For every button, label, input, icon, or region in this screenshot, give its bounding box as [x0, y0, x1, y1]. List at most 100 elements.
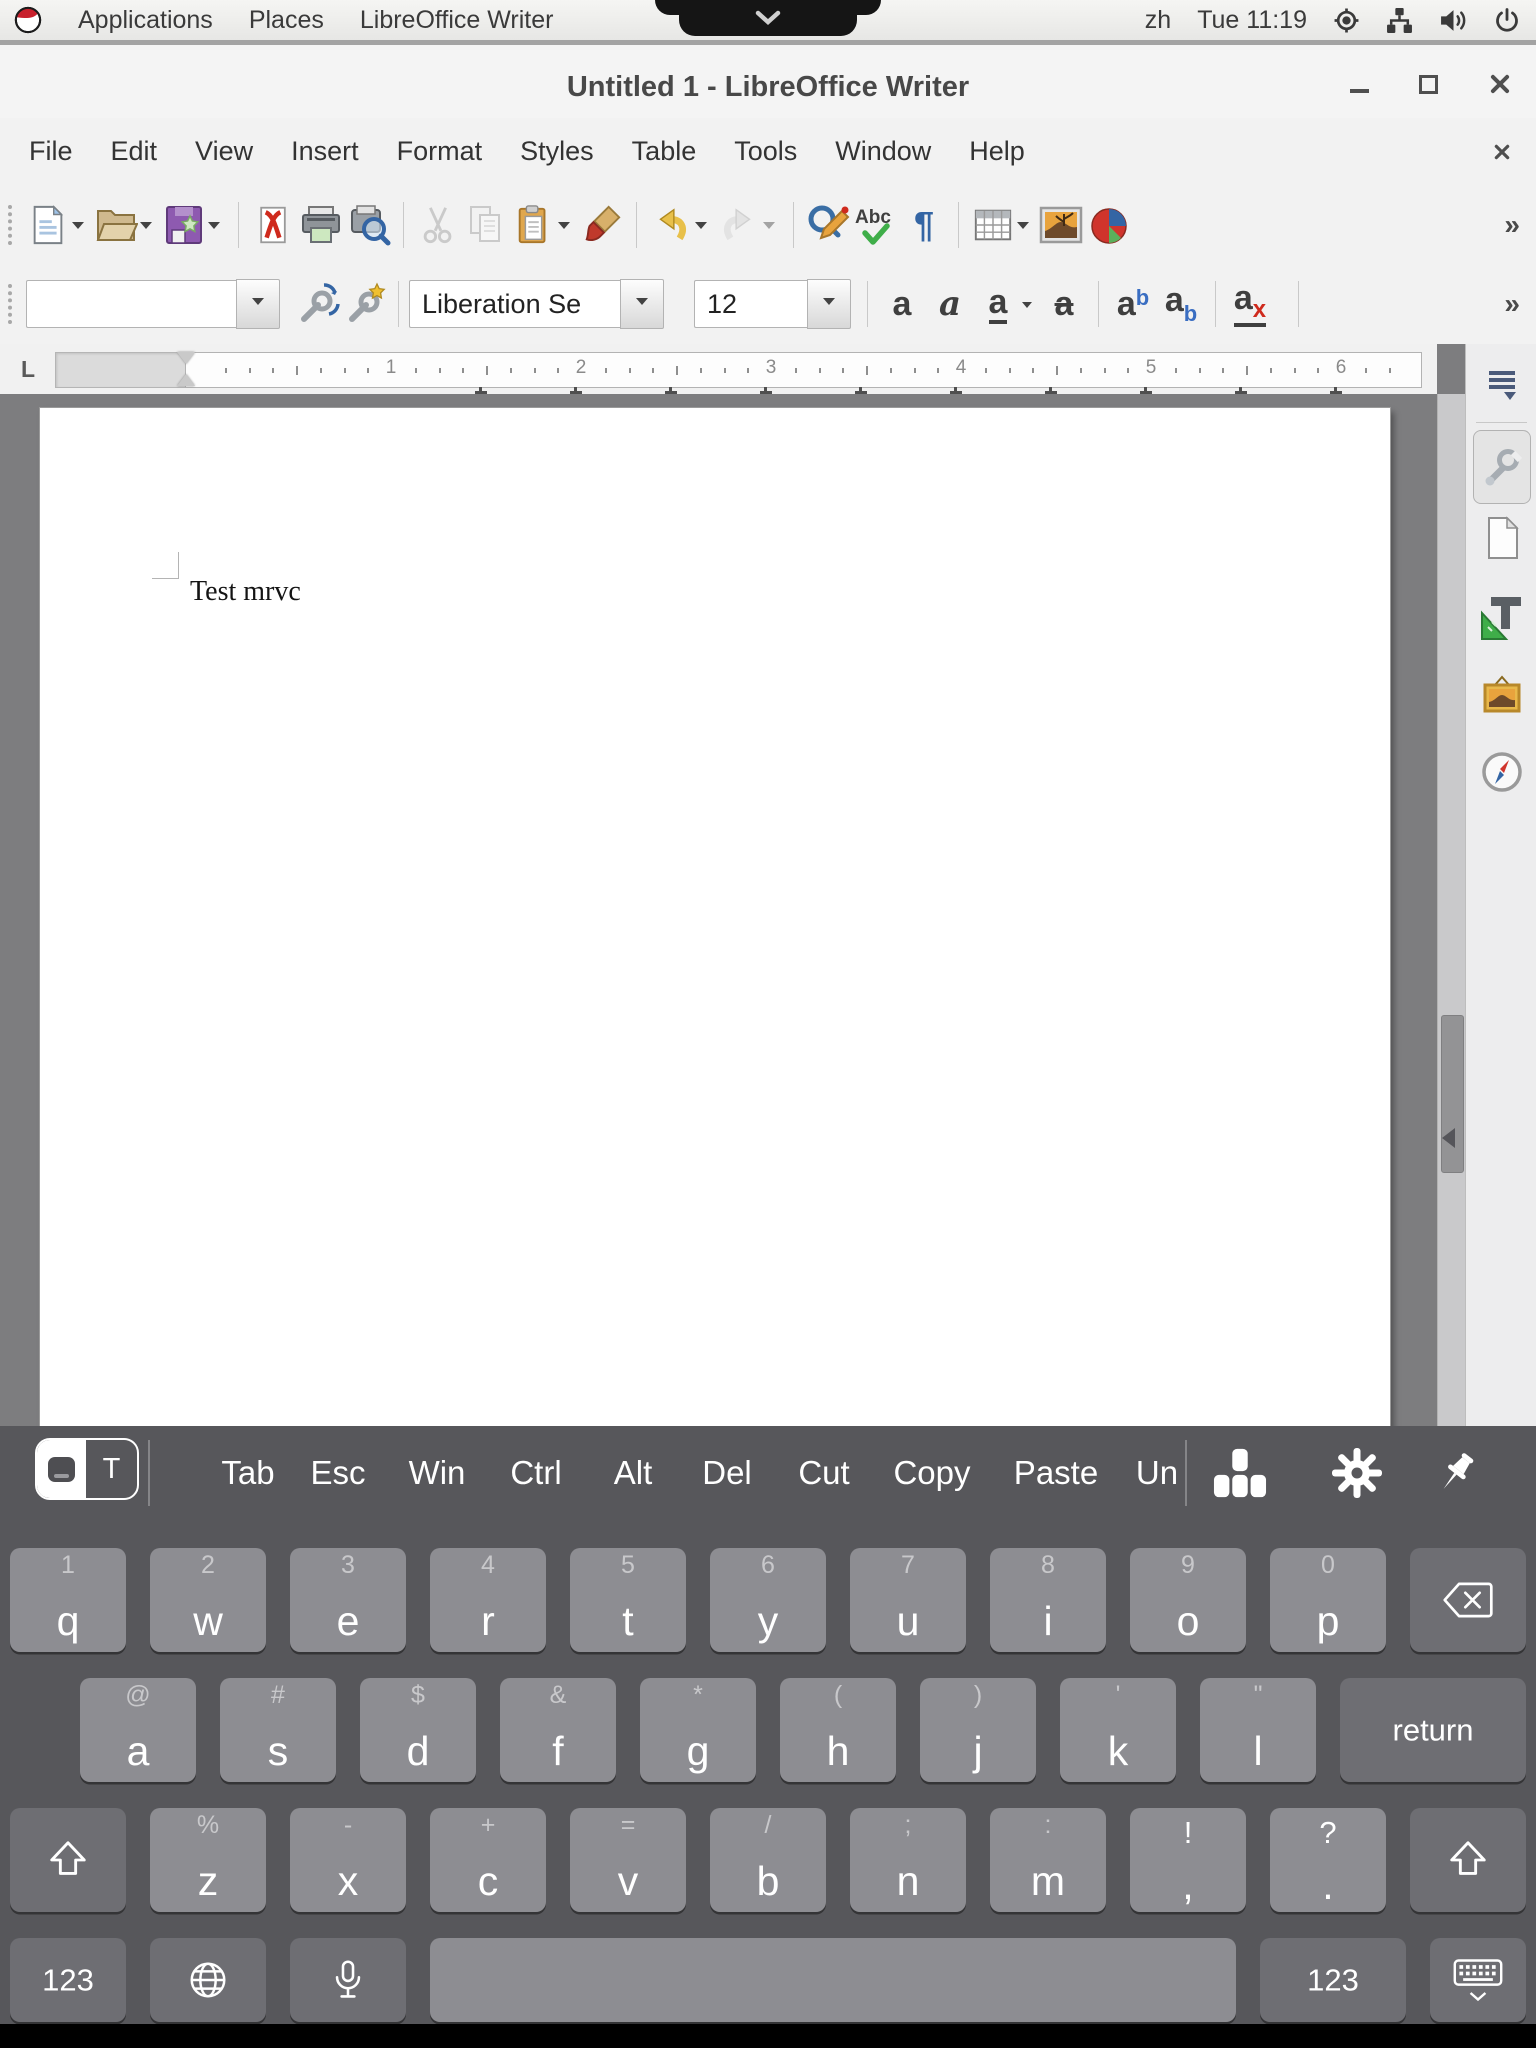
save-button[interactable] — [160, 197, 208, 253]
globe-key[interactable] — [150, 1938, 266, 2022]
insert-image-button[interactable] — [1037, 197, 1085, 253]
insert-table-dropdown-arrow[interactable] — [1017, 222, 1029, 235]
backspace-key[interactable] — [1410, 1548, 1526, 1652]
applications-menu[interactable]: Applications — [78, 6, 213, 35]
remote-session-menu-notch[interactable] — [679, 0, 857, 36]
key-x[interactable]: -x — [290, 1808, 406, 1912]
shift-key-left[interactable] — [10, 1808, 126, 1912]
window-title-bar[interactable]: Untitled 1 - LibreOffice Writer — [0, 40, 1536, 124]
font-size-dropdown-button[interactable] — [807, 279, 851, 329]
sidebar-settings-button[interactable] — [1484, 366, 1520, 406]
paragraph-style-dropdown-button[interactable] — [236, 279, 280, 329]
power-icon[interactable] — [1494, 7, 1520, 33]
tab-type-selector[interactable]: L — [10, 351, 46, 387]
key-u[interactable]: 7u — [850, 1548, 966, 1652]
redo-button[interactable] — [715, 197, 763, 253]
shortcut-key-tab[interactable]: Tab — [221, 1454, 274, 1492]
numbers-key-left[interactable]: 123 — [10, 1938, 126, 2022]
undo-button[interactable] — [647, 197, 695, 253]
shortcut-key-un[interactable]: Un — [1136, 1454, 1178, 1492]
strikethrough-button[interactable]: a — [1040, 276, 1088, 332]
shortcut-key-ctrl[interactable]: Ctrl — [510, 1454, 561, 1492]
network-icon[interactable] — [1386, 7, 1413, 34]
text-mode-segment[interactable]: T — [86, 1440, 137, 1498]
toolbar-overflow-button[interactable]: » — [1504, 209, 1520, 241]
key-l[interactable]: "l — [1200, 1678, 1316, 1782]
active-app-menu[interactable]: LibreOffice Writer — [360, 6, 554, 35]
clone-formatting-button[interactable] — [578, 197, 626, 253]
key-c[interactable]: +c — [430, 1808, 546, 1912]
close-button[interactable] — [1488, 72, 1512, 96]
key-s[interactable]: #s — [220, 1678, 336, 1782]
menu-file[interactable]: File — [10, 128, 92, 175]
menu-edit[interactable]: Edit — [92, 128, 177, 175]
pointer-mode-segment[interactable] — [37, 1440, 86, 1498]
toolbar-overflow-button[interactable]: » — [1504, 288, 1520, 320]
places-menu[interactable]: Places — [249, 6, 324, 35]
shortcut-key-copy[interactable]: Copy — [893, 1454, 970, 1492]
save-dropdown-arrow[interactable] — [208, 222, 220, 235]
menu-help[interactable]: Help — [950, 128, 1044, 175]
superscript-button[interactable]: ab — [1109, 276, 1157, 332]
key-k[interactable]: 'k — [1060, 1678, 1176, 1782]
key-q[interactable]: 1q — [10, 1548, 126, 1652]
key-b[interactable]: /b — [710, 1808, 826, 1912]
export-pdf-button[interactable] — [249, 197, 297, 253]
update-style-button[interactable] — [294, 276, 342, 332]
ruler-scale[interactable]: 123456 — [185, 352, 1422, 388]
close-document-button[interactable] — [1492, 142, 1511, 161]
open-dropdown-arrow[interactable] — [140, 222, 152, 235]
menu-view[interactable]: View — [176, 128, 272, 175]
cut-button[interactable] — [414, 197, 462, 253]
dismiss-keyboard-key[interactable] — [1430, 1938, 1526, 2022]
undo-dropdown-arrow[interactable] — [695, 222, 707, 235]
key-n[interactable]: ;n — [850, 1808, 966, 1912]
find-replace-button[interactable] — [804, 197, 852, 253]
menu-insert[interactable]: Insert — [272, 128, 378, 175]
input-mode-toggle[interactable]: T — [35, 1438, 139, 1500]
shortcut-key-paste[interactable]: Paste — [1014, 1454, 1098, 1492]
key-f[interactable]: &f — [500, 1678, 616, 1782]
distro-logo-icon[interactable] — [14, 6, 42, 34]
horizontal-ruler[interactable]: L 123456 — [0, 344, 1437, 394]
italic-button[interactable]: a — [926, 276, 974, 332]
period-key[interactable]: ?. — [1270, 1808, 1386, 1912]
insert-chart-button[interactable] — [1085, 197, 1133, 253]
insert-table-button[interactable] — [969, 197, 1017, 253]
dictation-key[interactable] — [290, 1938, 406, 2022]
menu-tools[interactable]: Tools — [715, 128, 816, 175]
shift-key-right[interactable] — [1410, 1808, 1526, 1912]
key-m[interactable]: :m — [990, 1808, 1106, 1912]
app-blocks-button[interactable] — [1213, 1446, 1267, 1500]
clear-formatting-button[interactable]: ax — [1226, 276, 1274, 332]
volume-icon[interactable] — [1439, 7, 1468, 34]
sidebar-tab-properties[interactable] — [1473, 430, 1531, 504]
toolbar-grip[interactable] — [8, 284, 12, 324]
formatting-marks-button[interactable]: ¶ — [900, 197, 948, 253]
comma-key[interactable]: !, — [1130, 1808, 1246, 1912]
return-key[interactable]: return — [1340, 1678, 1526, 1782]
shortcut-key-esc[interactable]: Esc — [310, 1454, 365, 1492]
shortcut-key-alt[interactable]: Alt — [614, 1454, 653, 1492]
font-name-dropdown-button[interactable] — [620, 279, 664, 329]
sidebar-tab-page[interactable] — [1482, 515, 1522, 561]
underline-button[interactable]: a — [974, 276, 1022, 332]
shortcut-key-del[interactable]: Del — [702, 1454, 752, 1492]
page[interactable]: Test mrvc — [40, 408, 1390, 1426]
open-button[interactable] — [92, 197, 140, 253]
key-v[interactable]: =v — [570, 1808, 686, 1912]
print-preview-button[interactable] — [345, 197, 393, 253]
paragraph-style-combobox[interactable] — [26, 280, 236, 328]
menu-window[interactable]: Window — [816, 128, 950, 175]
numbers-key-right[interactable]: 123 — [1260, 1938, 1406, 2022]
key-w[interactable]: 2w — [150, 1548, 266, 1652]
key-i[interactable]: 8i — [990, 1548, 1106, 1652]
font-size-combobox[interactable] — [694, 280, 807, 328]
clock[interactable]: Tue 11:19 — [1197, 6, 1307, 35]
redo-dropdown-arrow[interactable] — [763, 222, 775, 235]
new-document-button[interactable] — [24, 197, 72, 253]
input-method-indicator[interactable]: zh — [1145, 6, 1171, 35]
new-document-dropdown-arrow[interactable] — [72, 222, 84, 235]
new-style-button[interactable] — [342, 276, 390, 332]
key-h[interactable]: (h — [780, 1678, 896, 1782]
